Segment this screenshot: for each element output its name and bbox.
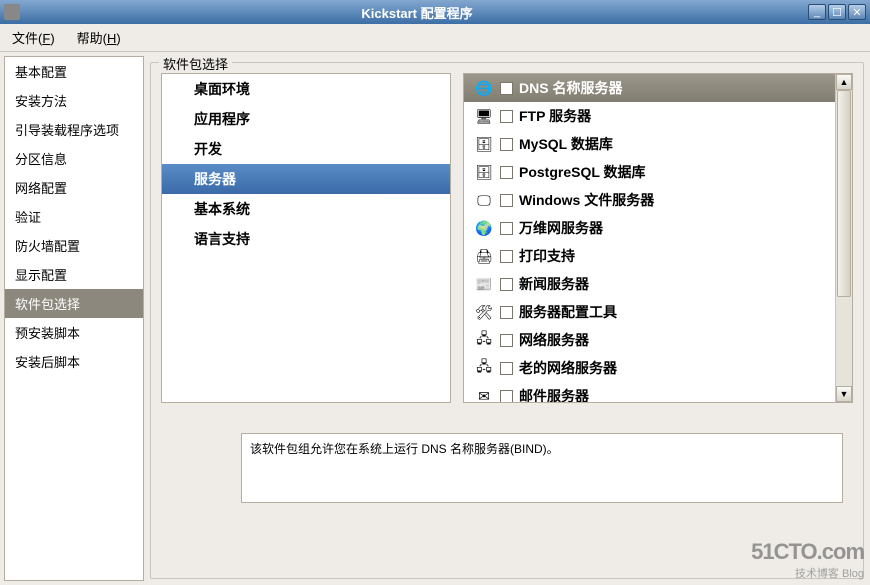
description-box: 该软件包组允许您在系统上运行 DNS 名称服务器(BIND)。 bbox=[241, 433, 843, 503]
sidebar-item-2[interactable]: 引导装载程序选项 bbox=[5, 115, 143, 144]
scrollbar[interactable]: ▲ ▼ bbox=[835, 74, 852, 402]
db-icon: 🗄 bbox=[474, 135, 494, 153]
package-checkbox[interactable] bbox=[500, 278, 513, 291]
scroll-up-button[interactable]: ▲ bbox=[836, 74, 852, 90]
category-item-1[interactable]: 应用程序 bbox=[162, 104, 450, 134]
package-label: 邮件服务器 bbox=[519, 386, 589, 402]
package-item-2[interactable]: 🗄 MySQL 数据库 bbox=[464, 130, 835, 158]
category-item-0[interactable]: 桌面环境 bbox=[162, 74, 450, 104]
menu-file[interactable]: 文件(F) bbox=[8, 26, 59, 49]
package-label: MySQL 数据库 bbox=[519, 134, 613, 154]
sidebar-item-10[interactable]: 安装后脚本 bbox=[5, 347, 143, 376]
package-label: 万维网服务器 bbox=[519, 218, 603, 238]
news-icon: 📰 bbox=[474, 275, 494, 293]
package-item-8[interactable]: 🛠 服务器配置工具 bbox=[464, 298, 835, 326]
package-label: 老的网络服务器 bbox=[519, 358, 617, 378]
minimize-button[interactable]: _ bbox=[808, 4, 826, 20]
sidebar-item-3[interactable]: 分区信息 bbox=[5, 144, 143, 173]
package-item-11[interactable]: ✉ 邮件服务器 bbox=[464, 382, 835, 402]
menu-help[interactable]: 帮助(H) bbox=[73, 26, 125, 49]
package-label: Windows 文件服务器 bbox=[519, 190, 654, 210]
package-checkbox[interactable] bbox=[500, 82, 513, 95]
mail-icon: ✉ bbox=[474, 387, 494, 402]
package-label: 打印支持 bbox=[519, 246, 575, 266]
sidebar-item-7[interactable]: 显示配置 bbox=[5, 260, 143, 289]
package-checkbox[interactable] bbox=[500, 138, 513, 151]
sidebar-item-0[interactable]: 基本配置 bbox=[5, 57, 143, 86]
scroll-track[interactable] bbox=[836, 90, 852, 386]
config-icon: 🛠 bbox=[474, 303, 494, 321]
package-checkbox[interactable] bbox=[500, 166, 513, 179]
package-list[interactable]: 🌐 DNS 名称服务器 🖥 FTP 服务器 🗄 MySQL 数据库 🗄 PostgreSQL … bbox=[463, 73, 853, 403]
package-panel: 软件包选择 桌面环境应用程序开发服务器基本系统语言支持 🌐DNS 名称服务器🖥F… bbox=[150, 62, 864, 579]
ftp-icon: 🖥 bbox=[474, 107, 494, 125]
scroll-down-button[interactable]: ▼ bbox=[836, 386, 852, 402]
package-label: 服务器配置工具 bbox=[519, 302, 617, 322]
package-checkbox[interactable] bbox=[500, 110, 513, 123]
sidebar-item-8[interactable]: 软件包选择 bbox=[5, 289, 143, 318]
sidebar-item-5[interactable]: 验证 bbox=[5, 202, 143, 231]
windows-icon: 🖵 bbox=[474, 191, 494, 209]
package-checkbox[interactable] bbox=[500, 390, 513, 403]
menubar: 文件(F) 帮助(H) bbox=[0, 24, 870, 52]
package-item-5[interactable]: 🌍 万维网服务器 bbox=[464, 214, 835, 242]
package-label: FTP 服务器 bbox=[519, 106, 591, 126]
sidebar-item-1[interactable]: 安装方法 bbox=[5, 86, 143, 115]
window-title: Kickstart 配置程序 bbox=[26, 3, 808, 22]
package-checkbox[interactable] bbox=[500, 362, 513, 375]
package-item-4[interactable]: 🖵 Windows 文件服务器 bbox=[464, 186, 835, 214]
web-icon: 🌍 bbox=[474, 219, 494, 237]
network-icon: 🖧 bbox=[474, 331, 494, 349]
category-item-3[interactable]: 服务器 bbox=[162, 164, 450, 194]
close-button[interactable]: ✕ bbox=[848, 4, 866, 20]
sidebar-item-9[interactable]: 预安装脚本 bbox=[5, 318, 143, 347]
package-checkbox[interactable] bbox=[500, 250, 513, 263]
package-item-3[interactable]: 🗄 PostgreSQL 数据库 bbox=[464, 158, 835, 186]
package-item-0[interactable]: 🌐 DNS 名称服务器 bbox=[464, 74, 835, 102]
package-label: 网络服务器 bbox=[519, 330, 589, 350]
package-checkbox[interactable] bbox=[500, 334, 513, 347]
package-label: DNS 名称服务器 bbox=[519, 78, 622, 98]
package-item-9[interactable]: 🖧 网络服务器 bbox=[464, 326, 835, 354]
package-checkbox[interactable] bbox=[500, 222, 513, 235]
package-item-6[interactable]: 🖨 打印支持 bbox=[464, 242, 835, 270]
panel-legend: 软件包选择 bbox=[159, 54, 232, 73]
sidebar-item-6[interactable]: 防火墙配置 bbox=[5, 231, 143, 260]
globe-dns-icon: 🌐 bbox=[474, 79, 494, 97]
category-list[interactable]: 桌面环境应用程序开发服务器基本系统语言支持 bbox=[161, 73, 451, 403]
package-label: 新闻服务器 bbox=[519, 274, 589, 294]
category-item-5[interactable]: 语言支持 bbox=[162, 224, 450, 254]
package-checkbox[interactable] bbox=[500, 194, 513, 207]
scroll-thumb[interactable] bbox=[837, 90, 851, 297]
package-label: PostgreSQL 数据库 bbox=[519, 162, 646, 182]
network-old-icon: 🖧 bbox=[474, 359, 494, 377]
package-checkbox[interactable] bbox=[500, 306, 513, 319]
package-item-10[interactable]: 🖧 老的网络服务器 bbox=[464, 354, 835, 382]
db-icon: 🗄 bbox=[474, 163, 494, 181]
app-icon bbox=[4, 4, 20, 20]
package-item-1[interactable]: 🖥 FTP 服务器 bbox=[464, 102, 835, 130]
printer-icon: 🖨 bbox=[474, 247, 494, 265]
category-item-4[interactable]: 基本系统 bbox=[162, 194, 450, 224]
sidebar: 基本配置安装方法引导装载程序选项分区信息网络配置验证防火墙配置显示配置软件包选择… bbox=[4, 56, 144, 581]
maximize-button[interactable]: ☐ bbox=[828, 4, 846, 20]
package-item-7[interactable]: 📰 新闻服务器 bbox=[464, 270, 835, 298]
sidebar-item-4[interactable]: 网络配置 bbox=[5, 173, 143, 202]
titlebar: Kickstart 配置程序 _ ☐ ✕ bbox=[0, 0, 870, 24]
category-item-2[interactable]: 开发 bbox=[162, 134, 450, 164]
